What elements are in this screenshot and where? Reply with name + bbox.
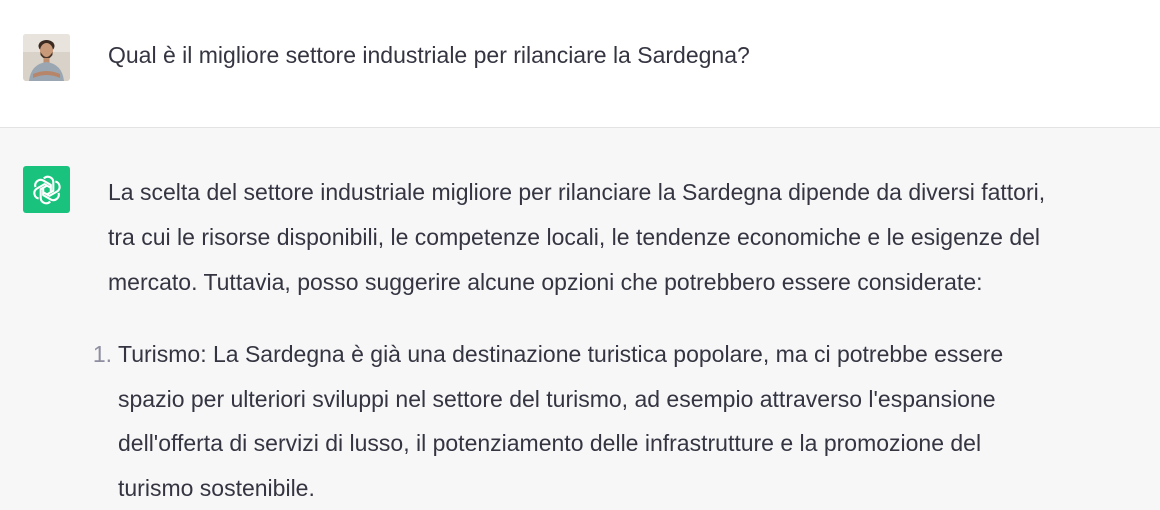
user-message: Qual è il migliore settore industriale p…: [0, 0, 1160, 128]
list-item-line: dell'offerta di servizi di lusso, il pot…: [118, 430, 982, 456]
user-question: Qual è il migliore settore industriale p…: [108, 42, 750, 68]
list-item-number: 1.: [92, 341, 112, 367]
intro-line: mercato. Tuttavia, posso suggerire alcun…: [108, 269, 983, 295]
intro-line: tra cui le risorse disponibili, le compe…: [108, 224, 1041, 250]
assistant-intro: La scelta del settore industriale miglio…: [108, 170, 1148, 305]
list-item-line: Turismo: La Sardegna è già una destinazi…: [118, 341, 1004, 367]
list-item-line: turismo sostenibile.: [118, 474, 315, 501]
list-item-line: spazio per ulteriori sviluppi nel settor…: [118, 385, 996, 412]
intro-line: La scelta del settore industriale miglio…: [108, 179, 1046, 205]
assistant-message: La scelta del settore industriale miglio…: [0, 128, 1160, 510]
list-item-body: Turismo: La Sardegna è già una destinazi…: [118, 332, 1090, 510]
openai-logo-icon: [23, 166, 70, 213]
list-item: 1. Turismo: La Sardegna è già una destin…: [90, 332, 1090, 510]
user-avatar: [23, 34, 70, 81]
